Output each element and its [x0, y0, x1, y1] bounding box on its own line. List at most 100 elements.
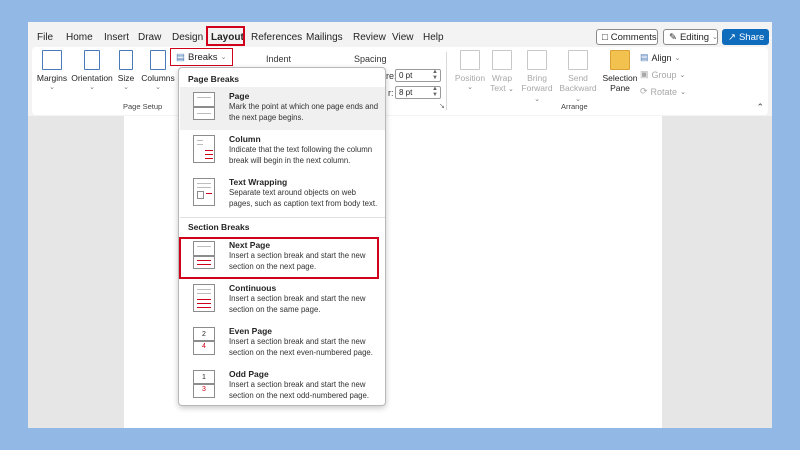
- odd-thumb-number-2: 3: [202, 386, 206, 393]
- chevron-down-icon: ⌄: [674, 54, 681, 62]
- tab-mailings[interactable]: Mailings: [306, 32, 343, 43]
- tab-design[interactable]: Design: [172, 32, 203, 43]
- selection-pane-label-1: Selection: [602, 73, 638, 83]
- orientation-button[interactable]: Orientation ⌄: [70, 50, 114, 91]
- even-thumb-number-1: 2: [202, 331, 206, 338]
- menu-item-desc: Insert a section break and start the new…: [229, 337, 373, 357]
- chevron-down-icon: ⌄: [508, 86, 514, 93]
- rotate-label: Rotate: [650, 86, 678, 97]
- align-label: Align: [651, 52, 672, 63]
- tab-help[interactable]: Help: [423, 32, 444, 43]
- selection-pane-label-2: Pane: [610, 83, 630, 93]
- tab-view[interactable]: View: [392, 32, 414, 43]
- spacing-after-input[interactable]: 8 pt ▲ ▼: [395, 86, 441, 99]
- spacing-before-input[interactable]: 0 pt ▲ ▼: [395, 69, 441, 82]
- group-button[interactable]: ▣ Group ⌄: [640, 69, 685, 80]
- tab-draw[interactable]: Draw: [138, 32, 161, 43]
- breaks-button[interactable]: ▤ Breaks ⌄: [170, 48, 233, 66]
- chevron-down-icon: ⌄: [89, 84, 95, 91]
- spacing-label: Spacing: [354, 54, 387, 64]
- tab-home[interactable]: Home: [66, 32, 93, 43]
- chevron-down-icon: ⌄: [123, 84, 129, 91]
- spacing-after-value: 8 pt: [399, 88, 413, 97]
- wrap-text-label-2: Text: [490, 83, 506, 93]
- menu-item-title: Text Wrapping: [229, 177, 288, 187]
- menu-item-desc: Insert a section break and start the new…: [229, 294, 366, 314]
- bring-forward-label-2: Forward: [521, 83, 553, 93]
- spacing-after-label: r:: [388, 88, 394, 98]
- tab-insert[interactable]: Insert: [104, 32, 129, 43]
- even-page-break-icon: 2 4: [193, 327, 215, 355]
- rotate-button[interactable]: ⟳ Rotate ⌄: [640, 86, 686, 97]
- tab-review[interactable]: Review: [353, 32, 386, 43]
- orientation-icon: [84, 50, 100, 70]
- breaks-icon: ▤: [176, 51, 185, 63]
- page-breaks-header: Page Breaks: [188, 74, 240, 84]
- menu-item-title: Page: [229, 91, 250, 101]
- page-setup-group-label: Page Setup: [123, 102, 163, 111]
- bring-forward-button[interactable]: Bring Forward ⌄: [518, 50, 556, 103]
- column-break-icon: [193, 135, 215, 163]
- group-separator: [446, 52, 447, 110]
- chevron-down-icon: ⌄: [680, 88, 686, 96]
- rotate-icon: ⟳: [640, 86, 648, 96]
- odd-page-break-icon: 1 3: [193, 370, 215, 398]
- editing-label: Editing: [679, 31, 710, 43]
- layout-tab-highlight: [206, 26, 245, 46]
- section-breaks-header: Section Breaks: [188, 222, 250, 232]
- margins-button[interactable]: Margins ⌄: [32, 50, 72, 91]
- send-backward-icon: [568, 50, 588, 70]
- align-icon: ▤: [640, 52, 649, 62]
- send-backward-button[interactable]: Send Backward ⌄: [556, 50, 600, 103]
- tab-references[interactable]: References: [251, 32, 302, 43]
- menu-item-odd-page[interactable]: 1 3 Odd Page Insert a section break and …: [180, 365, 385, 408]
- wrap-text-icon: [492, 50, 512, 70]
- share-icon: ↗: [728, 31, 736, 43]
- position-icon: [460, 50, 480, 70]
- even-thumb-number-2: 4: [202, 343, 206, 350]
- send-backward-label-1: Send: [568, 73, 588, 83]
- group-label: Group: [651, 69, 677, 80]
- size-label: Size: [117, 73, 135, 83]
- comment-icon: □: [602, 31, 608, 43]
- chevron-down-icon: ⌄: [155, 84, 161, 91]
- tab-file[interactable]: File: [37, 32, 53, 43]
- orientation-label: Orientation: [71, 73, 113, 83]
- paragraph-launcher-icon[interactable]: ↘: [439, 102, 445, 110]
- bring-forward-icon: [527, 50, 547, 70]
- indent-label: Indent: [266, 54, 292, 64]
- send-backward-label-2: Backward: [559, 83, 597, 93]
- menu-item-desc: Separate text around objects on web page…: [229, 188, 378, 208]
- collapse-ribbon-icon[interactable]: ⌃: [756, 102, 764, 113]
- size-button[interactable]: Size ⌄: [112, 50, 140, 91]
- menu-item-page[interactable]: Page Mark the point at which one page en…: [180, 87, 385, 130]
- wrap-text-button[interactable]: Wrap Text ⌄: [484, 50, 520, 93]
- size-icon: [119, 50, 133, 70]
- selection-pane-button[interactable]: Selection Pane: [598, 50, 642, 93]
- align-button[interactable]: ▤ Align ⌄: [640, 52, 680, 63]
- spacing-before-value: 0 pt: [399, 71, 413, 80]
- continuous-break-icon: [193, 284, 215, 312]
- group-icon: ▣: [640, 69, 649, 79]
- share-button[interactable]: ↗ Share ⌄: [722, 29, 772, 45]
- chevron-down-icon: ⌄: [534, 96, 540, 103]
- menu-item-continuous[interactable]: Continuous Insert a section break and st…: [180, 279, 385, 322]
- editing-button[interactable]: ✎ Editing ⌄: [663, 29, 718, 45]
- menu-item-desc: Indicate that the text following the col…: [229, 145, 373, 165]
- spin-arrows-icon[interactable]: ▲ ▼: [432, 69, 438, 81]
- share-label: Share: [738, 31, 765, 43]
- chevron-down-icon: ⌄: [679, 71, 686, 79]
- menu-item-text-wrapping[interactable]: Text Wrapping Separate text around objec…: [180, 173, 385, 216]
- breaks-label: Breaks: [187, 51, 218, 63]
- menu-item-title: Column: [229, 134, 261, 144]
- margins-icon: [42, 50, 62, 70]
- chevron-down-icon: ⌄: [220, 54, 227, 61]
- menu-item-even-page[interactable]: 2 4 Even Page Insert a section break and…: [180, 322, 385, 365]
- menu-item-desc: Mark the point at which one page ends an…: [229, 102, 379, 122]
- columns-label: Columns: [141, 73, 175, 83]
- comments-button[interactable]: □ Comments: [596, 29, 658, 45]
- menu-item-column[interactable]: Column Indicate that the text following …: [180, 130, 385, 173]
- spin-arrows-icon[interactable]: ▲ ▼: [432, 86, 438, 98]
- pencil-icon: ✎: [669, 31, 677, 43]
- menu-item-title: Even Page: [229, 326, 272, 336]
